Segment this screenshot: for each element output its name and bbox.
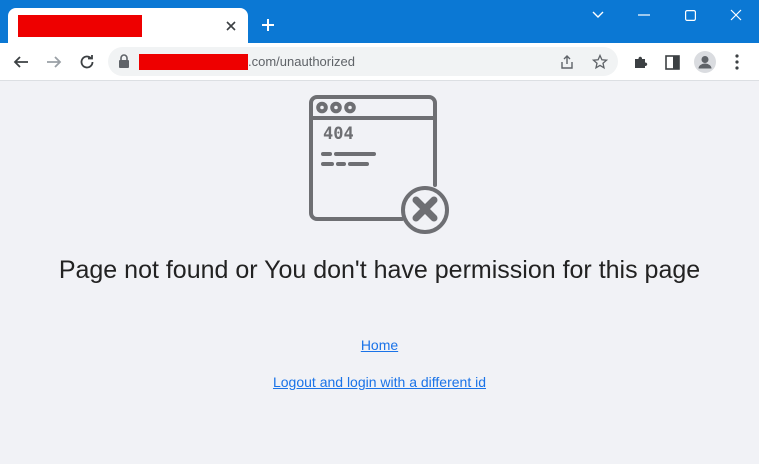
redacted-tab-title — [18, 15, 142, 37]
url-text: .com/unauthorized — [248, 54, 355, 69]
arrow-right-icon[interactable] — [42, 50, 66, 74]
close-window-icon[interactable] — [722, 4, 750, 26]
illustration-404-text: 404 — [323, 124, 354, 144]
lock-icon[interactable] — [118, 54, 132, 70]
home-link-row: Home — [0, 337, 759, 353]
side-panel-icon[interactable] — [660, 50, 684, 74]
page-content: 404 Page not found or You don't have per… — [0, 81, 759, 464]
home-link[interactable]: Home — [361, 337, 398, 353]
browser-tab-strip — [0, 0, 759, 44]
logout-link[interactable]: Logout and login with a different id — [273, 374, 486, 390]
share-icon[interactable] — [556, 51, 578, 73]
close-icon[interactable] — [222, 17, 240, 35]
address-bar[interactable]: .com/unauthorized — [108, 47, 618, 76]
chevron-down-icon[interactable] — [584, 4, 612, 26]
star-icon[interactable] — [589, 51, 611, 73]
reload-icon[interactable] — [75, 50, 99, 74]
browser-window-404-error-icon: 404 — [307, 93, 452, 238]
puzzle-icon[interactable] — [629, 50, 653, 74]
page-title: Page not found or You don't have permiss… — [58, 256, 701, 284]
minimize-icon[interactable] — [630, 4, 658, 26]
browser-toolbar: .com/unauthorized — [0, 43, 759, 81]
logout-link-row: Logout and login with a different id — [0, 374, 759, 390]
maximize-icon[interactable] — [676, 4, 704, 26]
browser-tab[interactable] — [8, 8, 248, 44]
profile-icon[interactable] — [693, 50, 717, 74]
kebab-menu-icon[interactable] — [725, 50, 749, 74]
redacted-url-domain — [139, 54, 248, 70]
plus-icon[interactable] — [257, 14, 279, 36]
arrow-left-icon[interactable] — [9, 50, 33, 74]
